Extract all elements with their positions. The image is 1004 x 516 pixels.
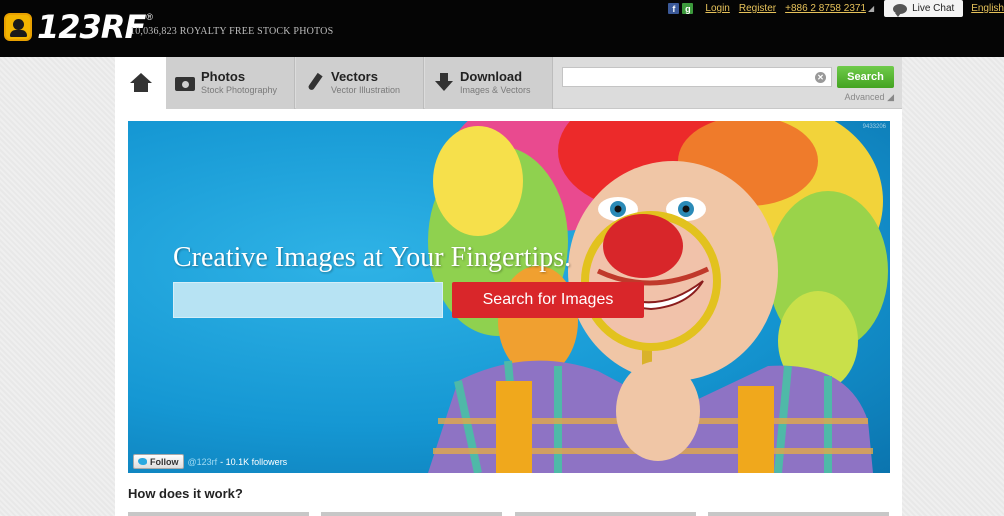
live-chat-button[interactable]: Live Chat	[884, 0, 964, 17]
google-plus-icon[interactable]: g	[682, 3, 694, 14]
chevron-down-icon: ◢	[887, 92, 894, 102]
nav-bar: Photos Stock Photography Vectors Vector …	[115, 57, 902, 109]
advanced-label: Advanced	[844, 92, 885, 102]
login-link[interactable]: Login	[705, 3, 729, 14]
search-input[interactable]: ✕	[562, 67, 832, 87]
how-step-bar	[515, 512, 696, 516]
hero-banner: 9433206 Creative Images at Your Fingerti…	[128, 121, 890, 473]
camera-icon	[175, 77, 195, 91]
chevron-down-icon[interactable]: ◢	[868, 4, 874, 13]
top-bar: 123RF ® 10,036,823 ROYALTY FREE STOCK PH…	[0, 0, 1004, 57]
live-chat-label: Live Chat	[912, 3, 955, 14]
language-selector[interactable]: English	[971, 3, 1004, 14]
advanced-search-link[interactable]: Advanced ◢	[845, 92, 894, 103]
how-step-bar	[321, 512, 502, 516]
how-step-bar	[128, 512, 309, 516]
search-images-button[interactable]: Search for Images	[452, 282, 644, 318]
clown-hand	[616, 361, 700, 461]
hero-search-input[interactable]	[173, 282, 443, 318]
clear-icon[interactable]: ✕	[815, 72, 826, 83]
follow-label: Follow	[150, 456, 179, 467]
home-tab[interactable]	[115, 57, 166, 109]
how-it-works-heading: How does it work?	[128, 486, 243, 501]
twitter-follow-button[interactable]: Follow	[133, 454, 184, 469]
pen-icon	[305, 73, 325, 93]
tab-download-subtitle: Images & Vectors	[460, 85, 531, 95]
facebook-icon[interactable]: f	[668, 3, 680, 14]
logo-icon	[4, 13, 32, 41]
tab-photos-title: Photos	[201, 69, 246, 84]
tab-vectors-title: Vectors	[331, 69, 378, 84]
chat-bubble-icon	[893, 3, 908, 17]
register-link[interactable]: Register	[739, 3, 776, 14]
download-icon	[434, 73, 454, 93]
image-credit: 9433206	[862, 124, 886, 130]
main-panel: Photos Stock Photography Vectors Vector …	[115, 57, 902, 516]
twitter-handle[interactable]: @123rf	[188, 457, 218, 467]
tab-photos[interactable]: Photos Stock Photography	[166, 57, 295, 109]
search-button[interactable]: Search	[837, 66, 894, 88]
tagline: 10,036,823 ROYALTY FREE STOCK PHOTOS	[130, 26, 334, 37]
tab-vectors[interactable]: Vectors Vector Illustration	[296, 57, 424, 109]
tab-download[interactable]: Download Images & Vectors	[425, 57, 553, 109]
how-step-bar	[708, 512, 889, 516]
home-icon	[129, 73, 152, 93]
twitter-followers: - 10.1K followers	[220, 456, 288, 467]
top-links: f g Login Register +886 2 8758 2371 ◢ Li…	[668, 0, 1004, 17]
twitter-bird-icon	[138, 458, 147, 465]
tab-download-title: Download	[460, 69, 523, 84]
tab-vectors-subtitle: Vector Illustration	[331, 85, 401, 95]
twitter-follow: Follow @123rf - 10.1K followers	[133, 454, 287, 469]
tab-photos-subtitle: Stock Photography	[201, 85, 278, 95]
hero-heading: Creative Images at Your Fingertips.	[173, 242, 572, 273]
registered-mark: ®	[146, 12, 153, 22]
phone-link[interactable]: +886 2 8758 2371	[785, 3, 866, 14]
